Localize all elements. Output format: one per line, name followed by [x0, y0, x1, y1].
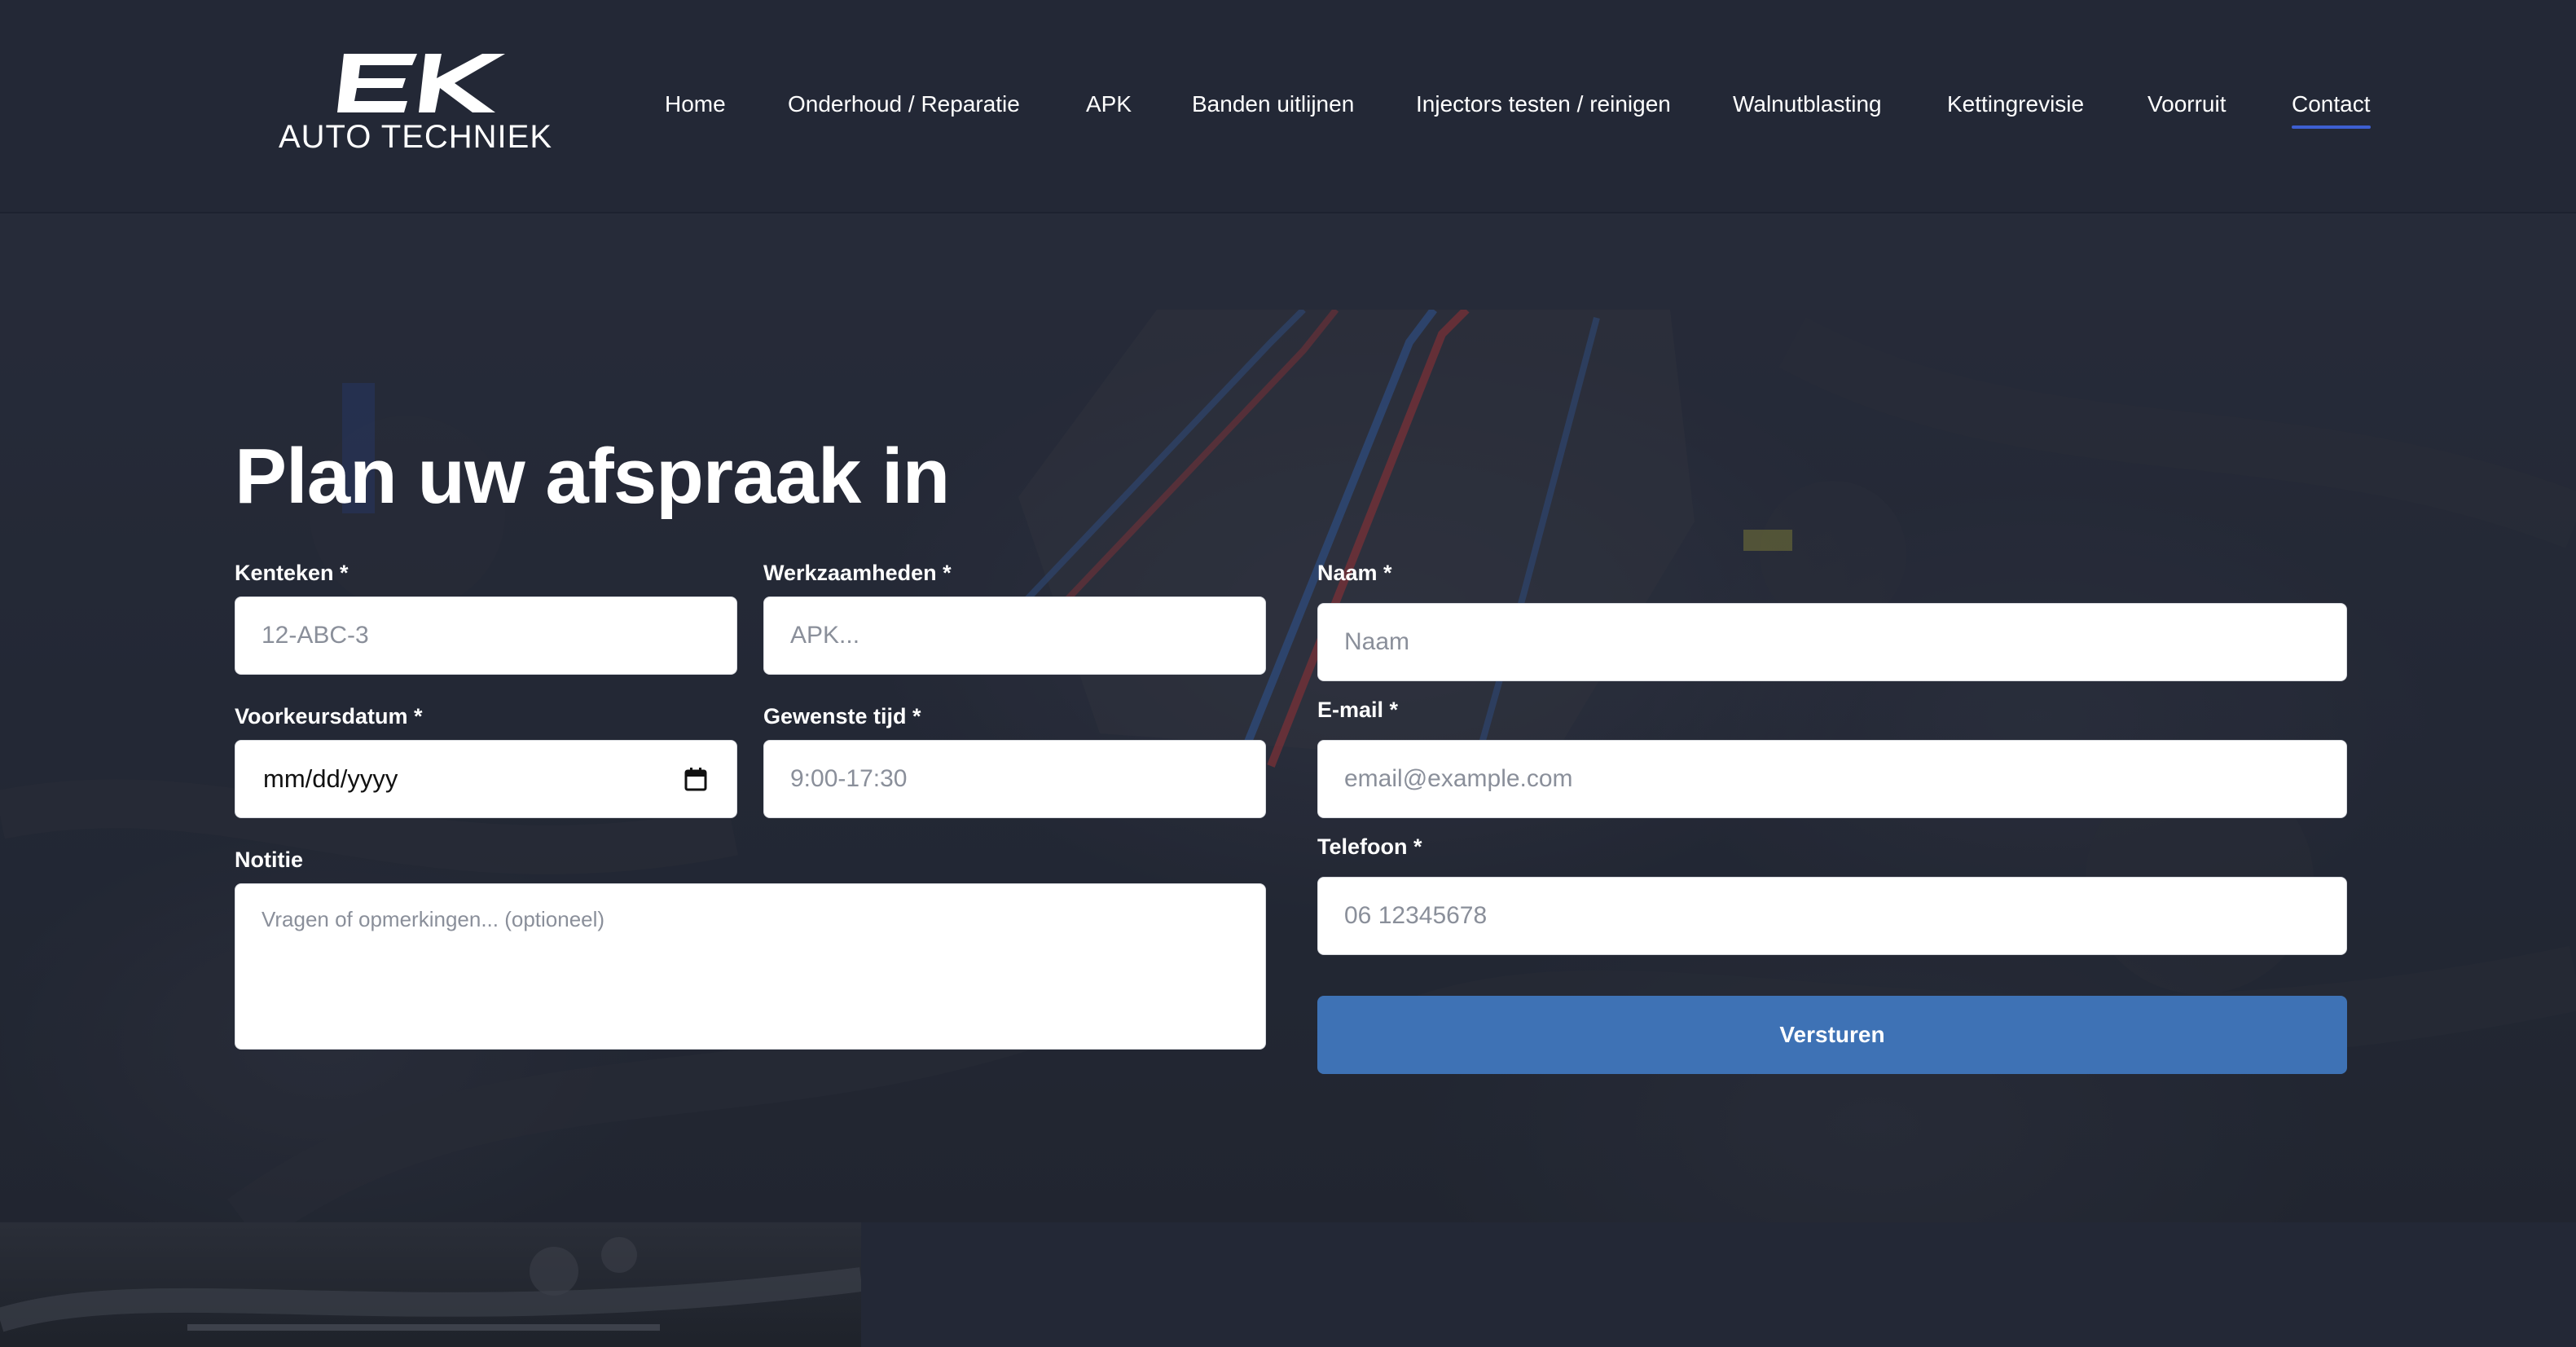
voorkeursdatum-date-input[interactable]: mm/dd/yyyy [235, 740, 737, 818]
nav-item-banden-uitlijnen[interactable]: Banden uitlijnen [1192, 88, 1354, 121]
bottom-content-area [861, 1222, 2576, 1347]
werkzaamheden-label: Werkzaamheden * [763, 561, 952, 585]
notitie-textarea[interactable] [235, 883, 1266, 1050]
gewenste-tijd-label: Gewenste tijd * [763, 704, 921, 729]
email-label: E-mail * [1317, 698, 1399, 722]
email-input[interactable] [1317, 740, 2347, 818]
voorkeursdatum-label: Voorkeursdatum * [235, 704, 423, 729]
nav-item-injectors[interactable]: Injectors testen / reinigen [1416, 88, 1671, 121]
brand-logo[interactable]: AUTO TECHNIEK [254, 51, 577, 155]
nav-item-walnutblasting[interactable]: Walnutblasting [1733, 88, 1882, 121]
gewenste-tijd-input[interactable] [763, 740, 1266, 818]
submit-button[interactable]: Versturen [1317, 996, 2347, 1074]
appointment-section: Plan uw afspraak in Kenteken * Werkzaamh… [0, 310, 2576, 1222]
calendar-icon[interactable] [684, 767, 707, 791]
site-header: AUTO TECHNIEK Home Onderhoud / Reparatie… [0, 0, 2576, 213]
bottom-image-preview [0, 1222, 861, 1347]
telefoon-input[interactable] [1317, 877, 2347, 955]
nav-item-apk[interactable]: APK [1086, 88, 1132, 121]
header-spacer-band [0, 213, 2576, 310]
date-placeholder: mm/dd/yyyy [263, 764, 398, 793]
engine-preview-image [0, 1237, 861, 1332]
brand-subtitle: AUTO TECHNIEK [278, 119, 553, 155]
kenteken-input[interactable] [235, 596, 737, 675]
nav-item-kettingrevisie[interactable]: Kettingrevisie [1947, 88, 2084, 121]
ek-logo-mark [337, 54, 505, 112]
notitie-label: Notitie [235, 847, 303, 872]
werkzaamheden-input[interactable] [763, 596, 1266, 675]
naam-label: Naam * [1317, 561, 1392, 585]
nav-item-onderhoud-reparatie[interactable]: Onderhoud / Reparatie [788, 88, 1020, 121]
telefoon-label: Telefoon * [1317, 834, 1422, 859]
kenteken-label: Kenteken * [235, 561, 349, 585]
nav-item-home[interactable]: Home [665, 88, 726, 121]
naam-input[interactable] [1317, 603, 2347, 681]
nav-item-voorruit[interactable]: Voorruit [2147, 88, 2227, 121]
page-title: Plan uw afspraak in [235, 433, 950, 520]
nav-item-contact[interactable]: Contact [2292, 88, 2371, 129]
